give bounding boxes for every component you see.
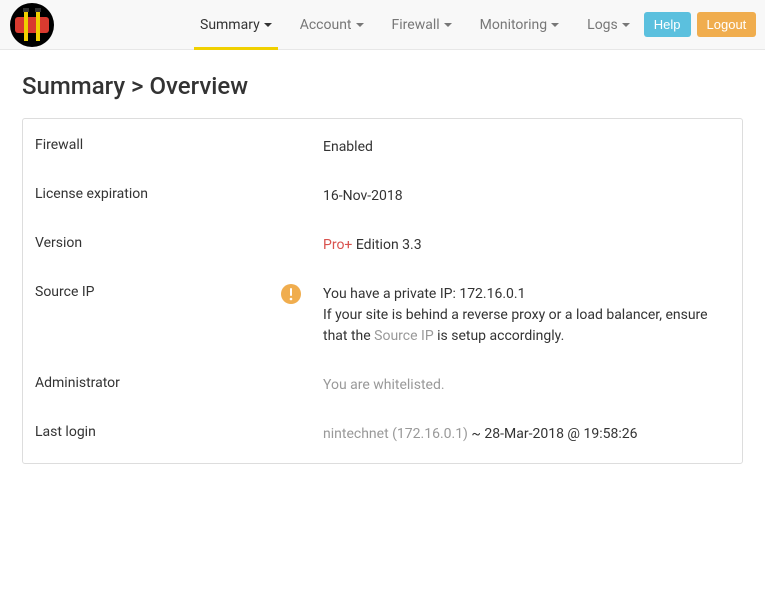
page-title: Summary > Overview [0,50,765,118]
label-version: Version [35,235,323,251]
nav-account[interactable]: Account [286,0,378,49]
label-firewall: Firewall [35,137,323,153]
nav-firewall[interactable]: Firewall [378,0,466,49]
nav-monitoring[interactable]: Monitoring [466,0,574,49]
version-edition: Pro+ [323,237,352,253]
app-logo [10,3,54,47]
label-admin: Administrator [35,375,323,391]
value-license: 16-Nov-2018 [323,186,732,207]
help-button[interactable]: Help [644,12,691,37]
nav-menu: Summary Account Firewall Monitoring Logs [186,0,644,49]
source-ip-line1: You have a private IP: 172.16.0.1 [323,284,732,305]
nav-firewall-label: Firewall [392,17,440,33]
label-license: License expiration [35,186,323,202]
row-version: Version Pro+ Edition 3.3 [23,221,742,270]
label-last-login: Last login [35,424,323,440]
nav-summary[interactable]: Summary [186,0,286,49]
row-source-ip: Source IP You have a private IP: 172.16.… [23,270,742,361]
nav-logs-label: Logs [587,17,618,33]
source-ip-link[interactable]: Source IP [374,328,434,344]
version-number: Edition 3.3 [352,237,421,253]
chevron-down-icon [551,23,559,27]
last-login-time: ~ 28-Mar-2018 @ 19:58:26 [468,426,638,442]
top-navbar: Summary Account Firewall Monitoring Logs… [0,0,765,50]
nav-summary-label: Summary [200,17,260,33]
value-source-ip: You have a private IP: 172.16.0.1 If you… [323,284,732,347]
logout-button[interactable]: Logout [697,12,757,37]
chevron-down-icon [444,23,452,27]
row-license: License expiration 16-Nov-2018 [23,172,742,221]
nav-logs[interactable]: Logs [573,0,644,49]
value-version: Pro+ Edition 3.3 [323,235,732,256]
nav-monitoring-label: Monitoring [480,17,548,33]
chevron-down-icon [356,23,364,27]
row-firewall: Firewall Enabled [23,123,742,172]
nav-buttons: Help Logout [644,12,761,37]
chevron-down-icon [264,23,272,27]
source-ip-line2: If your site is behind a reverse proxy o… [323,305,732,347]
value-last-login: nintechnet (172.16.0.1) ~ 28-Mar-2018 @ … [323,424,732,445]
label-source-ip: Source IP [35,284,281,300]
row-admin: Administrator You are whitelisted. [23,361,742,410]
warning-icon [281,284,301,304]
nav-account-label: Account [300,17,352,33]
row-last-login: Last login nintechnet (172.16.0.1) ~ 28-… [23,410,742,459]
last-login-user: nintechnet (172.16.0.1) [323,426,468,442]
value-admin: You are whitelisted. [323,375,732,396]
chevron-down-icon [622,23,630,27]
value-firewall: Enabled [323,137,732,158]
summary-panel: Firewall Enabled License expiration 16-N… [22,118,743,464]
